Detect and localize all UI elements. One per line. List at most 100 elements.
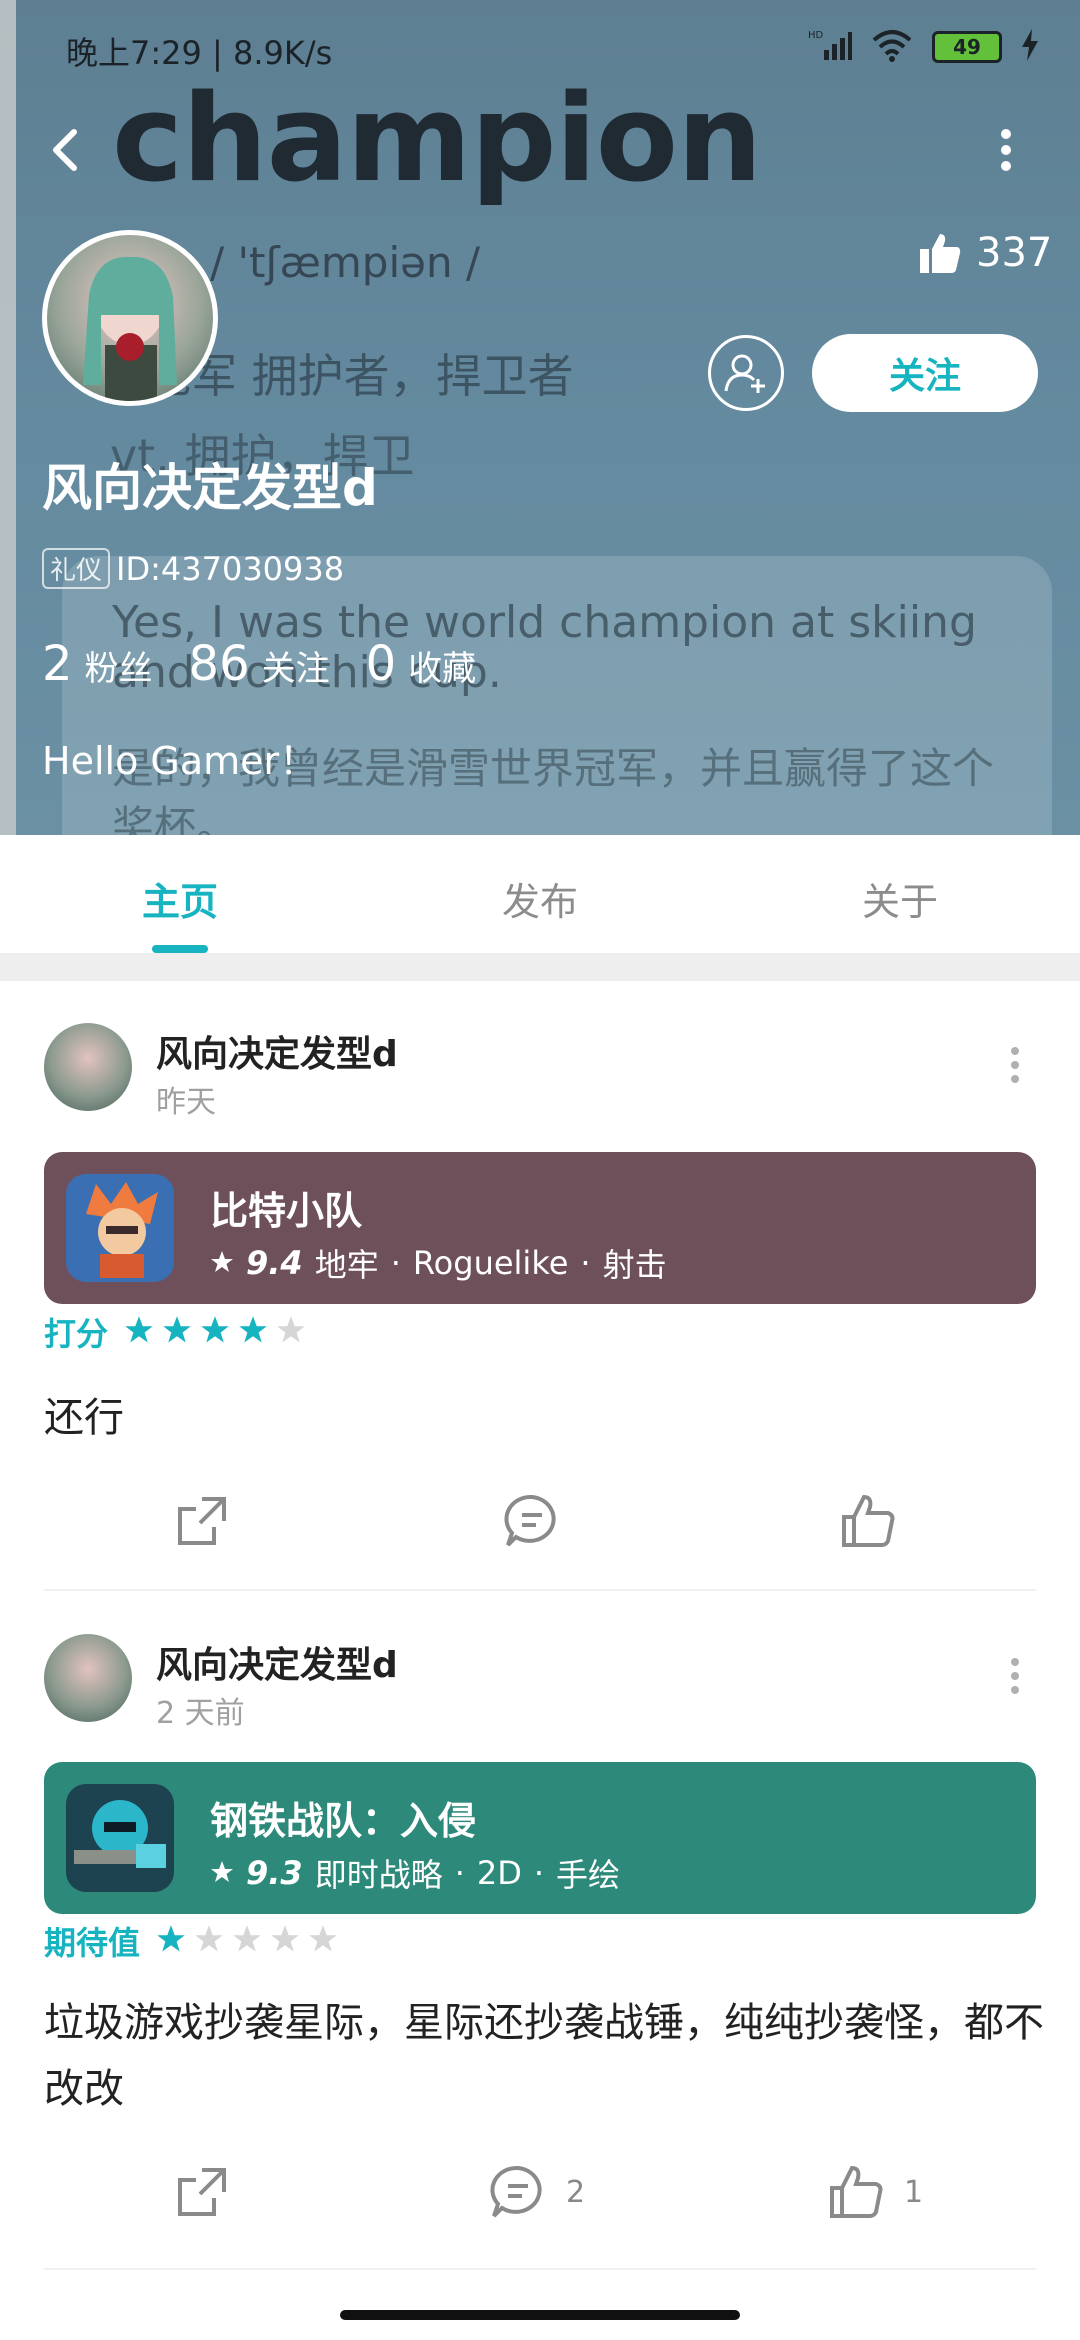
chevron-left-icon — [53, 129, 77, 171]
comment-icon — [504, 1494, 556, 1547]
battery-icon: 49 — [932, 31, 1002, 63]
like-button[interactable] — [838, 1491, 916, 1551]
game-meta: 9.4 地牢 · Roguelike · 射击 — [210, 1240, 667, 1286]
hd-label: HD — [808, 30, 824, 41]
star-icon — [309, 1925, 337, 1952]
game-card[interactable]: 比特小队 9.4 地牢 · Roguelike · 射击 — [44, 1152, 1036, 1304]
like-count: 1 — [904, 2174, 924, 2210]
tab-about[interactable]: 关于 — [862, 871, 938, 926]
star-icon — [125, 1316, 153, 1343]
status-bar: 晚上7:29 | 8.9K/s HD 49 — [0, 0, 1080, 95]
post-author-avatar[interactable] — [44, 1634, 132, 1722]
comment-icon — [490, 2165, 542, 2218]
more-vertical-icon — [1001, 129, 1011, 171]
tag-dot: · — [454, 1854, 465, 1892]
profile-id-row: 礼仪 ID:437030938 — [42, 548, 344, 589]
game-tag: 2D — [476, 1854, 522, 1892]
profile-bio: Hello Gamer！ — [42, 739, 318, 783]
tag-dot: · — [390, 1244, 401, 1282]
tag-dot: · — [533, 1854, 545, 1892]
back-button[interactable] — [36, 120, 96, 180]
profile-badge[interactable]: 礼仪 — [42, 548, 111, 589]
home-indicator[interactable] — [340, 2310, 740, 2320]
game-score: 9.4 — [246, 1244, 303, 1282]
following-count[interactable]: 86 — [189, 636, 250, 692]
game-tag: 射击 — [602, 1246, 667, 1284]
game-tag: 手绘 — [556, 1856, 621, 1894]
charging-icon — [1020, 29, 1040, 65]
profile-likes[interactable]: 337 — [918, 230, 1052, 276]
post-card: 风向决定发型d 2 天前 钢铁战队：入侵 9.3 即时战略 · 2D · 手绘 … — [0, 1592, 1080, 2272]
star-icon — [277, 1316, 305, 1343]
user-add-icon — [724, 354, 765, 393]
tab-posts[interactable]: 发布 — [502, 871, 578, 926]
profile-username: 风向决定发型d — [42, 459, 378, 517]
thumb-up-icon — [830, 2165, 883, 2218]
follow-button[interactable]: 关注 — [812, 334, 1038, 412]
followers-label[interactable]: 粉丝 — [85, 641, 153, 690]
game-tag: 即时战略 — [314, 1856, 443, 1894]
post-separator — [44, 2268, 1036, 2270]
post-author-name[interactable]: 风向决定发型d — [156, 1636, 398, 1688]
post-more-button[interactable] — [1000, 1646, 1030, 1706]
star-icon — [239, 1316, 267, 1343]
like-button[interactable]: 1 — [826, 2162, 923, 2222]
post-author-avatar[interactable] — [44, 1023, 132, 1111]
background-edge — [0, 0, 16, 835]
star-icon — [201, 1316, 229, 1343]
favorites-count[interactable]: 0 — [366, 636, 397, 692]
profile-header-background: champion / 'tʃæmpiən / 冠军 拥护者，捍卫者 vt. 拥护… — [0, 0, 1080, 835]
rating-row: 打分 — [44, 1309, 314, 1355]
profile-id: ID:437030938 — [116, 549, 345, 588]
post-actions — [0, 1491, 1080, 1571]
share-icon — [178, 1497, 226, 1545]
post-author-name[interactable]: 风向决定发型d — [156, 1025, 398, 1077]
game-icon — [66, 1174, 174, 1282]
share-icon — [178, 2168, 226, 2216]
post-separator — [44, 1589, 1036, 1591]
share-button[interactable] — [172, 1491, 232, 1551]
post-more-button[interactable] — [1000, 1035, 1030, 1095]
profile-likes-count: 337 — [976, 230, 1053, 276]
comment-button[interactable] — [502, 1491, 580, 1551]
wifi-icon — [870, 28, 914, 66]
game-tag: 地牢 — [314, 1246, 379, 1284]
star-icon — [210, 1244, 234, 1282]
more-vertical-icon — [1011, 1047, 1019, 1083]
star-icon — [210, 1854, 234, 1892]
share-button[interactable] — [172, 2162, 232, 2222]
post-text: 还行 — [44, 1395, 124, 1441]
rating-row: 期待值 — [44, 1918, 346, 1964]
post-card: 风向决定发型d 昨天 比特小队 9.4 地牢 · Roguelike · 射击 … — [0, 981, 1080, 1591]
more-options-button[interactable] — [976, 120, 1036, 180]
game-score: 9.3 — [246, 1854, 303, 1892]
thumb-up-icon — [920, 234, 961, 273]
game-title: 钢铁战队：入侵 — [210, 1799, 477, 1843]
game-card[interactable]: 钢铁战队：入侵 9.3 即时战略 · 2D · 手绘 — [44, 1762, 1036, 1914]
star-icon — [271, 1925, 299, 1952]
game-tag: Roguelike — [412, 1244, 569, 1282]
comment-count: 2 — [566, 2174, 586, 2210]
post-text: 垃圾游戏抄袭星际，星际还抄袭战锤，纯纯抄袭怪，都不改改 — [44, 2000, 1044, 2112]
add-friend-button[interactable] — [708, 335, 784, 411]
favorites-label[interactable]: 收藏 — [408, 641, 476, 690]
profile-avatar[interactable] — [42, 230, 218, 406]
star-icon — [163, 1316, 191, 1343]
signal-icon: HD — [808, 28, 852, 66]
more-vertical-icon — [1011, 1658, 1019, 1694]
comment-button[interactable]: 2 — [488, 2162, 585, 2222]
game-meta: 9.3 即时战略 · 2D · 手绘 — [210, 1850, 620, 1896]
profile-stats: 2 粉丝 86 关注 0 收藏 — [42, 636, 512, 692]
tab-active-indicator — [152, 945, 208, 953]
post-time: 昨天 — [156, 1085, 216, 1120]
rating-label: 期待值 — [44, 1924, 141, 1962]
post-time: 2 天前 — [156, 1696, 245, 1731]
tag-dot: · — [580, 1244, 591, 1282]
tab-home[interactable]: 主页 — [142, 871, 218, 926]
star-icon — [233, 1925, 261, 1952]
profile-tabs: 主页 发布 关于 — [0, 835, 1080, 953]
following-label[interactable]: 关注 — [262, 641, 330, 690]
background-phonetic: / 'tʃæmpiən / — [210, 238, 481, 287]
star-icon — [195, 1925, 223, 1952]
followers-count[interactable]: 2 — [42, 636, 73, 692]
